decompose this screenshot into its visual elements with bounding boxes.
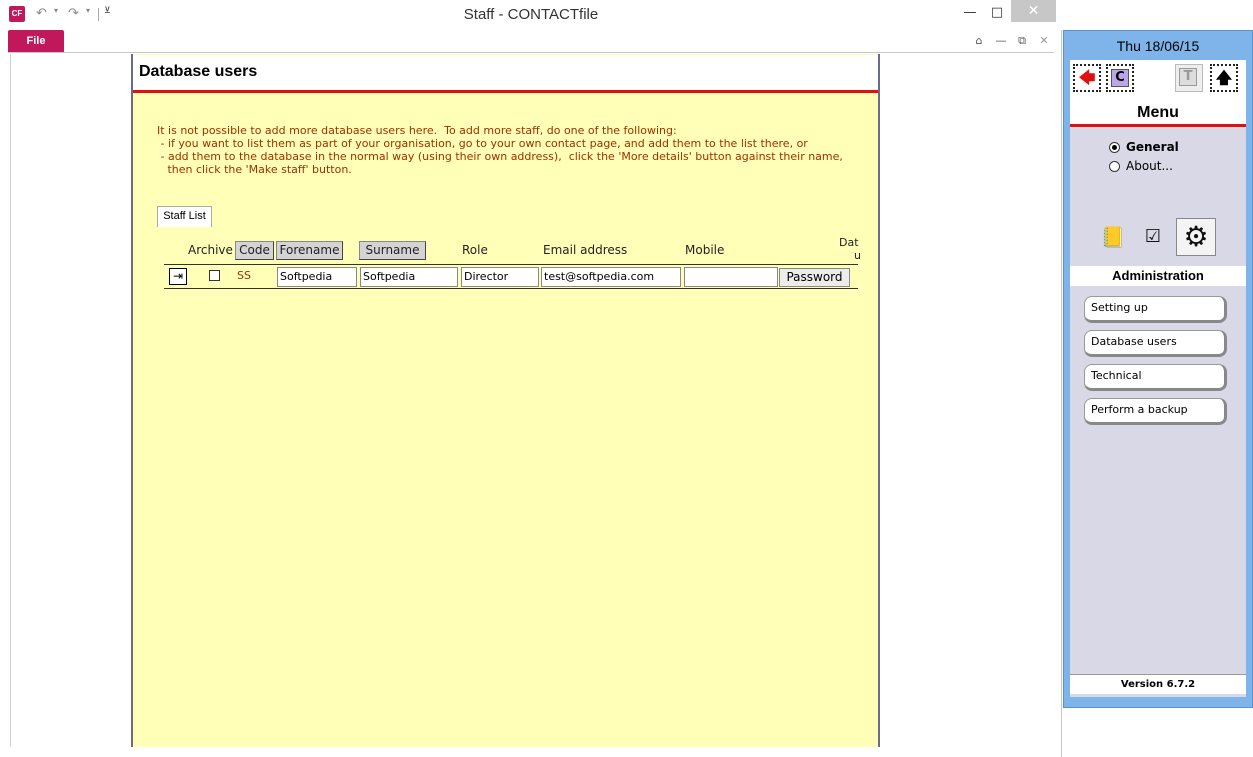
administration-header: Administration <box>1070 266 1246 286</box>
code-cell: SS <box>237 269 251 282</box>
technical-button[interactable]: Technical <box>1084 364 1227 391</box>
radio-general-label[interactable]: General <box>1126 140 1179 154</box>
info-note-line-1: It is not possible to add more database … <box>157 124 677 137</box>
address-book-icon[interactable]: 📒 <box>1098 222 1128 252</box>
column-header-date: Dat <box>839 236 859 249</box>
back-arrow-icon[interactable]: 🡄 <box>1073 64 1101 92</box>
gear-icon: ⚙ <box>1183 220 1209 253</box>
archive-checkbox[interactable] <box>209 270 220 281</box>
forename-field[interactable]: Softpedia <box>277 267 357 287</box>
form-title: Database users <box>139 63 258 80</box>
doc-close-icon[interactable]: ✕ <box>1036 33 1052 49</box>
info-note-line-3: - add them to the database in the normal… <box>157 150 843 163</box>
sort-surname-button[interactable]: Surname <box>359 241 426 260</box>
table-row-top-border <box>164 264 858 265</box>
column-header-archive: Archive <box>188 243 233 257</box>
file-tab[interactable]: File <box>8 30 64 52</box>
table-row-bottom-border <box>164 288 858 289</box>
home-icon[interactable]: ⌂ <box>971 33 987 49</box>
maximize-button[interactable]: □ <box>985 4 1009 22</box>
window-title: Staff - CONTACTfile <box>463 6 599 23</box>
info-note-line-4: then click the 'Make staff' button. <box>157 163 352 176</box>
column-header-date-cont: u <box>854 249 861 262</box>
column-header-email: Email address <box>543 243 628 257</box>
password-button[interactable]: Password <box>779 268 850 287</box>
info-note-line-2: - if you want to list them as part of yo… <box>157 137 808 150</box>
menu-title: Menu <box>1137 104 1179 121</box>
mobile-field[interactable] <box>684 267 778 287</box>
surname-field[interactable]: Softpedia <box>360 267 458 287</box>
contact-letter: C <box>1111 69 1129 87</box>
task-button[interactable]: T <box>1175 64 1203 92</box>
minimize-button[interactable]: — <box>958 4 982 22</box>
go-to-record-icon[interactable]: ⇥ <box>169 268 187 285</box>
up-arrow-icon[interactable]: 🡅 <box>1210 64 1238 92</box>
ribbon-divider <box>8 52 1054 53</box>
radio-about[interactable] <box>1109 161 1120 172</box>
radio-about-label[interactable]: About... <box>1126 159 1173 173</box>
column-header-mobile: Mobile <box>685 243 725 257</box>
doc-minimize-icon[interactable]: — <box>993 33 1009 49</box>
version-label: Version 6.7.2 <box>1070 674 1246 694</box>
sort-forename-button[interactable]: Forename <box>276 241 343 260</box>
setting-up-button[interactable]: Setting up <box>1084 296 1227 323</box>
current-date: Thu 18/06/15 <box>1116 38 1200 54</box>
perform-backup-button[interactable]: Perform a backup <box>1084 398 1227 425</box>
radio-general[interactable] <box>1109 142 1120 153</box>
contact-button[interactable]: C <box>1106 64 1134 92</box>
email-field[interactable]: test@softpedia.com <box>541 267 681 287</box>
task-letter: T <box>1179 68 1197 86</box>
close-button[interactable]: ✕ <box>1011 0 1056 22</box>
sort-code-button[interactable]: Code <box>235 241 274 260</box>
staff-checklist-icon[interactable]: ☑ <box>1138 222 1168 252</box>
settings-button[interactable]: ⚙ <box>1176 218 1216 256</box>
database-users-button[interactable]: Database users <box>1084 330 1227 357</box>
column-header-role: Role <box>462 243 488 257</box>
doc-restore-icon[interactable]: ⧉ <box>1014 33 1030 49</box>
role-field[interactable]: Director <box>461 267 539 287</box>
tab-staff-list[interactable]: Staff List <box>157 206 212 227</box>
